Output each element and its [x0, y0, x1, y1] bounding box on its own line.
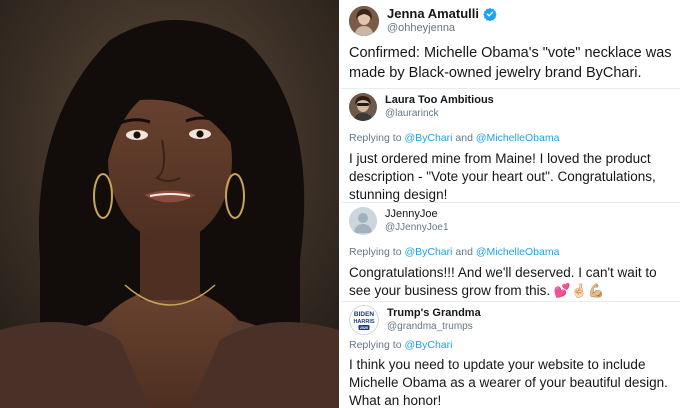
tweet-header: Laura Too Ambitious @laurarinck [349, 93, 494, 121]
mention-link[interactable]: @MichelleObama [476, 132, 560, 144]
emoji-group: 💕🤞🏻💪🏼 [553, 283, 605, 299]
display-name[interactable]: Trump's Grandma [387, 307, 481, 321]
mention-link[interactable]: @ByChari [404, 246, 452, 258]
mention-link[interactable]: @ByChari [404, 339, 452, 351]
display-name[interactable]: JJennyJoe [385, 208, 449, 222]
photo-illustration [0, 0, 339, 408]
main-tweet: Jenna Amatulli @ohheyjenna Confirmed: Mi… [341, 0, 680, 86]
tweet-text: I just ordered mine from Maine! I loved … [349, 151, 656, 203]
avatar[interactable] [349, 93, 377, 121]
reply-tweet: Laura Too Ambitious @laurarinck Replying… [341, 89, 680, 202]
tweets-panel: Jenna Amatulli @ohheyjenna Confirmed: Mi… [341, 0, 680, 408]
avatar-text-line: 2020 [360, 326, 368, 330]
replying-to: Replying to @ByChari and @MichelleObama [349, 132, 559, 144]
replying-to: Replying to @ByChari [349, 339, 452, 351]
mention-link[interactable]: @ByChari [404, 132, 452, 144]
display-name[interactable]: Laura Too Ambitious [385, 94, 494, 108]
default-avatar-icon [349, 207, 377, 235]
display-name[interactable]: Jenna Amatulli [387, 6, 479, 22]
avatar[interactable] [349, 207, 377, 235]
avatar-text-line: HARRIS [353, 319, 374, 325]
avatar-text-line: BIDEN [354, 311, 375, 318]
tweet-header: JJennyJoe @JJennyJoe1 [349, 207, 449, 235]
mention-link[interactable]: @MichelleObama [476, 246, 560, 258]
avatar[interactable] [349, 6, 379, 36]
handle[interactable]: @ohheyjenna [387, 22, 497, 36]
replying-prefix: Replying to [349, 132, 402, 144]
tweet-text: Confirmed: Michelle Obama's "vote" neckl… [349, 45, 672, 81]
reply-tweet: JJennyJoe @JJennyJoe1 Replying to @ByCha… [341, 203, 680, 301]
replying-joiner: and [455, 132, 473, 144]
replying-joiner: and [455, 246, 473, 258]
tweet-header: Jenna Amatulli @ohheyjenna [349, 6, 497, 36]
tweet-text-container: Congratulations!!! And we'll deserved. I… [349, 264, 674, 300]
replying-prefix: Replying to [349, 246, 402, 258]
avatar-image [349, 93, 377, 121]
avatar[interactable]: BIDEN HARRIS 2020 [349, 305, 379, 335]
screenshot-collage: Jenna Amatulli @ohheyjenna Confirmed: Mi… [0, 0, 680, 408]
handle[interactable]: @grandma_trumps [387, 321, 481, 334]
tweet-text: Congratulations!!! And we'll deserved. I… [349, 265, 657, 299]
replying-to: Replying to @ByChari and @MichelleObama [349, 246, 559, 258]
tweet-header: BIDEN HARRIS 2020 Trump's Grandma @grand… [349, 305, 481, 335]
speaker-photo [0, 0, 339, 408]
reply-tweet: BIDEN HARRIS 2020 Trump's Grandma @grand… [341, 302, 680, 408]
handle[interactable]: @JJennyJoe1 [385, 222, 449, 235]
tweet-text: I think you need to update your website … [349, 357, 668, 408]
verified-badge-icon [483, 8, 497, 22]
replying-prefix: Replying to [349, 339, 402, 351]
handle[interactable]: @laurarinck [385, 108, 494, 121]
campaign-logo-avatar: BIDEN HARRIS 2020 [350, 306, 378, 334]
avatar-image [349, 6, 379, 36]
